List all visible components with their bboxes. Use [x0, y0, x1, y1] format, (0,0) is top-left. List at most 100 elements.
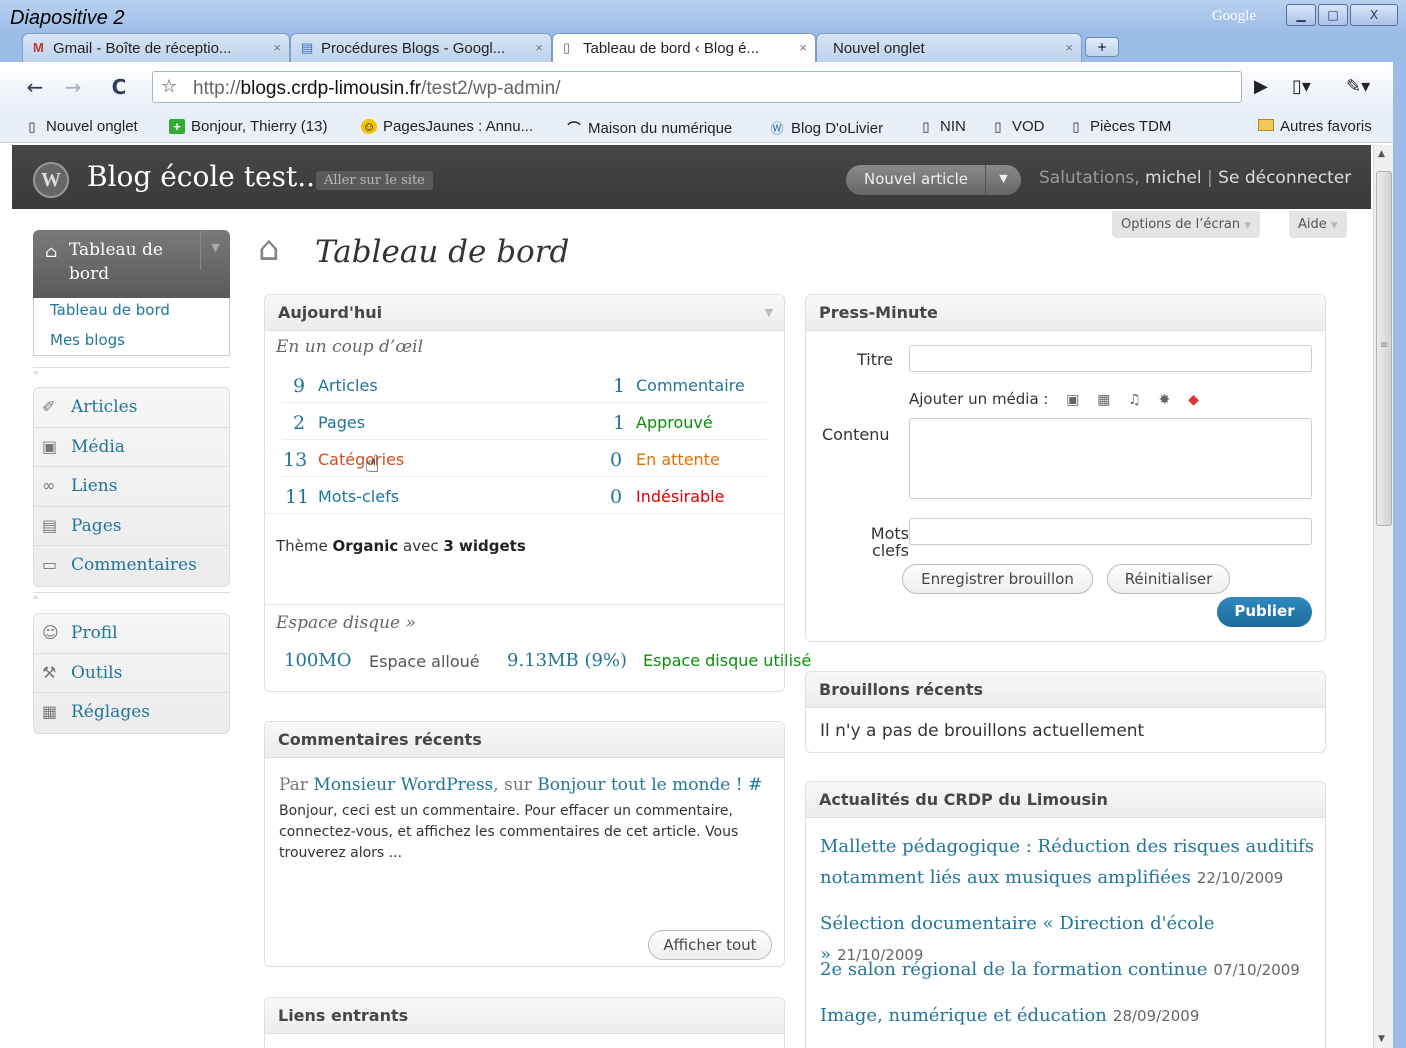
pages-icon: ▤ — [42, 515, 58, 535]
menu-item-links[interactable]: ∞ Liens — [34, 467, 229, 507]
link-approved[interactable]: Approuvé — [636, 413, 713, 432]
bookmark-star-icon[interactable]: ☆ — [161, 76, 177, 97]
user-profile-link[interactable]: michel — [1145, 168, 1202, 188]
menu-dashboard[interactable]: ⌂ Tableau de bord ▼ — [33, 230, 230, 298]
site-title[interactable]: Blog école test... — [87, 160, 324, 193]
submenu-item-dashboard[interactable]: Tableau de bord — [34, 298, 229, 328]
news-item[interactable]: 2e salon régional de la formation contin… — [820, 954, 1320, 986]
widgets-link[interactable]: 3 widgets — [443, 537, 525, 555]
visit-site-button[interactable]: Aller sur le site — [316, 171, 433, 190]
tab-label: Tableau de bord ‹ Blog é... — [583, 40, 759, 57]
content-label: Contenu — [822, 425, 890, 444]
forward-button[interactable]: → — [58, 74, 88, 102]
chevron-down-icon[interactable]: ▼ — [985, 165, 1021, 195]
url-text: http://blogs.crdp-limousin.fr/test2/wp-a… — [193, 78, 561, 99]
page-title: Tableau de bord — [315, 234, 570, 270]
new-post-button[interactable]: Nouvel article ▼ — [846, 165, 1021, 195]
bookmark-item[interactable]: ☺ PagesJaunes : Annu... — [361, 118, 533, 135]
news-item[interactable]: Mallette pédagogique : Réduction des ris… — [820, 831, 1320, 894]
tab-nouvel-onglet[interactable]: Nouvel onglet × — [816, 33, 1082, 62]
menu-item-profile[interactable]: ☺ Profil — [34, 614, 229, 654]
menu-collapse-separator[interactable]: « — [33, 592, 230, 603]
comments-icon: ▭ — [42, 555, 58, 574]
menu-item-comments[interactable]: ▭ Commentaires — [34, 546, 229, 586]
title-input[interactable] — [909, 345, 1312, 372]
box-title[interactable]: Liens entrants — [265, 998, 784, 1034]
bookmark-item[interactable]: ▯ Pièces TDM — [1068, 118, 1171, 135]
bookmark-item[interactable]: ▯ Nouvel onglet — [24, 118, 137, 135]
maximize-button[interactable]: □ — [1318, 4, 1348, 26]
help-button[interactable]: Aide ▼ — [1289, 211, 1347, 238]
scrollbar-thumb[interactable]: ≡ — [1376, 171, 1392, 526]
page-scrollbar[interactable]: ▲ ≡ ▼ — [1373, 145, 1393, 1048]
bookmark-item[interactable]: Ⓦ Blog D'oLivier — [769, 118, 883, 137]
tab-gmail[interactable]: M Gmail - Boîte de réceptio... × — [22, 33, 290, 62]
theme-name-link[interactable]: Organic — [333, 537, 399, 555]
bookmark-item[interactable]: ⌒ Maison du numérique — [566, 118, 732, 137]
bookmark-item[interactable]: ▯ VOD — [990, 118, 1044, 135]
bookmark-item[interactable]: + Bonjour, Thierry (13) — [169, 118, 327, 135]
link-comments[interactable]: Commentaire — [636, 376, 745, 395]
menu-item-settings[interactable]: ▦ Réglages — [34, 693, 229, 733]
comment-author-link[interactable]: Monsieur WordPress — [313, 775, 493, 795]
box-title[interactable]: Actualités du CRDP du Limousin — [806, 782, 1325, 818]
link-articles[interactable]: Articles — [318, 376, 378, 395]
page-menu-icon[interactable]: ▯▾ — [1292, 76, 1311, 97]
close-tab-icon[interactable]: × — [799, 40, 807, 55]
disk-space-title[interactable]: Espace disque » — [276, 613, 416, 633]
view-all-comments-button[interactable]: Afficher tout — [648, 930, 772, 960]
logout-link[interactable]: Se déconnecter — [1218, 168, 1351, 188]
link-spam[interactable]: Indésirable — [636, 487, 724, 506]
disk-allowed-label: Espace alloué — [369, 652, 480, 671]
wrench-menu-icon[interactable]: ✎▾ — [1346, 76, 1370, 97]
audio-icon[interactable]: ♫ — [1128, 392, 1141, 408]
menu-collapse-separator[interactable]: « — [33, 367, 230, 378]
news-item[interactable]: Image, numérique et éducation 28/09/2009 — [820, 1000, 1320, 1032]
comment-post-link[interactable]: Bonjour tout le monde ! # — [537, 775, 762, 795]
link-pages[interactable]: Pages — [318, 413, 365, 432]
scroll-down-icon[interactable]: ▼ — [1378, 1034, 1385, 1044]
submenu-item-my-blogs[interactable]: Mes blogs — [34, 328, 229, 358]
video-icon[interactable]: ▦ — [1097, 392, 1110, 408]
count-comments: 1 — [613, 375, 626, 397]
publish-button[interactable]: Publier — [1217, 597, 1312, 627]
link-categories[interactable]: Catégories — [318, 450, 404, 469]
menu-item-media[interactable]: ▣ Média — [34, 428, 229, 467]
close-tab-icon[interactable]: × — [1065, 40, 1073, 55]
address-bar[interactable]: ☆ http://blogs.crdp-limousin.fr/test2/wp… — [152, 71, 1242, 103]
back-button[interactable]: ← — [20, 74, 50, 102]
bookmark-item[interactable]: ▯ NIN — [918, 118, 965, 135]
reload-button[interactable]: C — [104, 74, 134, 102]
tags-input[interactable] — [909, 518, 1312, 545]
chevron-down-icon[interactable]: ▼ — [200, 230, 230, 270]
link-pending[interactable]: En attente — [636, 450, 720, 469]
tab-tableau-de-bord[interactable]: ▯ Tableau de bord ‹ Blog é... × — [552, 33, 816, 63]
other-bookmarks[interactable]: Autres favoris — [1258, 118, 1372, 135]
box-title[interactable]: Commentaires récents — [265, 722, 784, 758]
content-textarea[interactable] — [909, 418, 1312, 499]
google-docs-icon: ▤ — [301, 40, 314, 55]
tab-procedures-blogs[interactable]: ▤ Procédures Blogs - Googl... × — [290, 33, 552, 62]
screen-options-button[interactable]: Options de l’écran ▼ — [1112, 211, 1261, 238]
box-title[interactable]: Press-Minute — [806, 295, 1325, 331]
menu-item-tools[interactable]: ⚒ Outils — [34, 654, 229, 693]
close-window-button[interactable]: X — [1350, 4, 1398, 26]
chevron-down-icon[interactable]: ▼ — [754, 295, 784, 331]
other-media-icon[interactable]: ✸ — [1159, 392, 1171, 408]
box-title[interactable]: Aujourd'hui ▼ — [265, 295, 784, 331]
close-tab-icon[interactable]: × — [535, 40, 543, 55]
new-tab-button[interactable]: + — [1085, 37, 1119, 57]
play-icon[interactable]: ▶ — [1254, 76, 1268, 97]
close-tab-icon[interactable]: × — [273, 40, 281, 55]
image-icon[interactable]: ▣ — [1066, 392, 1079, 408]
scroll-up-icon[interactable]: ▲ — [1378, 149, 1385, 159]
comment-meta: Par Monsieur WordPress, sur Bonjour tout… — [279, 775, 763, 795]
reset-button[interactable]: Réinitialiser — [1107, 564, 1230, 594]
gallery-icon[interactable]: ◆ — [1188, 392, 1199, 408]
menu-item-pages[interactable]: ▤ Pages — [34, 507, 229, 546]
minimize-button[interactable]: ▁ — [1286, 4, 1316, 26]
menu-item-articles[interactable]: ✐ Articles — [34, 388, 229, 428]
save-draft-button[interactable]: Enregistrer brouillon — [902, 564, 1093, 594]
link-tags[interactable]: Mots-clefs — [318, 487, 399, 506]
box-title[interactable]: Brouillons récents — [806, 672, 1325, 708]
